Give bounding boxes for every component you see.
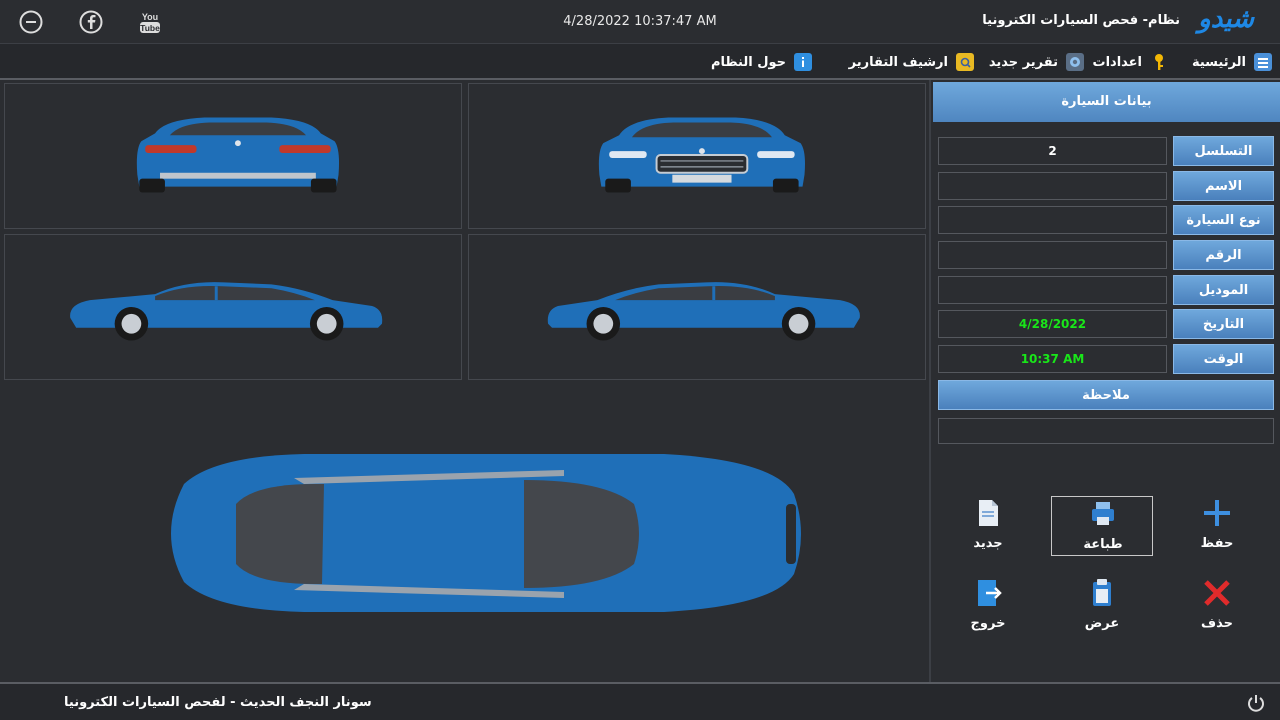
- menu-label-about: حول النظام: [710, 54, 786, 70]
- menu-item-settings[interactable]: اعدادات: [1093, 52, 1169, 72]
- new-button[interactable]: جديد: [937, 496, 1039, 556]
- car-data-panel: بيانات السيارة التسلسل 2 الاسم نوع السيا…: [929, 80, 1280, 682]
- menu-label-new-report: تقرير جديد: [988, 54, 1058, 70]
- menu-item-home[interactable]: الرئيسية: [1192, 52, 1272, 72]
- car-right-side-panel[interactable]: [468, 234, 926, 380]
- print-label: طباعة: [1083, 537, 1123, 552]
- number-label: الرقم: [1173, 240, 1274, 270]
- name-label: الاسم: [1173, 171, 1274, 201]
- car-rear-image: [136, 117, 340, 193]
- plus-icon: [1204, 500, 1230, 526]
- serial-label: التسلسل: [1173, 136, 1274, 166]
- date-label: التاريخ: [1173, 309, 1274, 339]
- status-text: سونار النجف الحديث - لفحص السيارات الكتر…: [64, 695, 372, 710]
- save-label: حفظ: [1200, 536, 1234, 551]
- delete-label: حذف: [1201, 616, 1233, 631]
- car-right-side-image: [547, 282, 860, 341]
- gear-icon: [1066, 53, 1084, 71]
- menu-label-reports-archive: ارشيف التقارير: [848, 54, 948, 70]
- car-left-side-image: [70, 282, 383, 341]
- new-document-icon: [979, 500, 998, 526]
- date-field[interactable]: 4/28/2022: [938, 310, 1167, 338]
- brand-logo: شيدو: [1198, 4, 1254, 34]
- menu-bar: الرئيسية اعدادات تقرير جديد ارشيف التقار…: [0, 44, 1280, 80]
- power-icon[interactable]: [1246, 693, 1266, 713]
- home-icon: [1254, 53, 1272, 71]
- time-label: الوقت: [1173, 344, 1274, 374]
- view-label: عرض: [1084, 616, 1120, 631]
- menu-item-reports-archive[interactable]: ارشيف التقارير: [849, 52, 974, 72]
- exit-door-icon: [978, 580, 1002, 606]
- menu-label-home: الرئيسية: [1191, 54, 1246, 70]
- car-data-header: بيانات السيارة: [933, 82, 1280, 122]
- view-button[interactable]: عرض: [1051, 576, 1153, 636]
- delete-button[interactable]: حذف: [1166, 576, 1268, 636]
- exit-label: خروج: [970, 616, 1006, 631]
- clipboard-icon: [1093, 579, 1111, 606]
- car-top-view-panel[interactable]: [4, 384, 926, 680]
- menu-item-about[interactable]: حول النظام: [711, 52, 812, 72]
- app-title: نظام- فحص السيارات الكترونيا: [982, 13, 1180, 28]
- key-icon: [1150, 53, 1168, 71]
- model-field[interactable]: [938, 276, 1167, 304]
- note-label: ملاحظة: [938, 380, 1274, 410]
- info-icon: [794, 53, 812, 71]
- status-bar: سونار النجف الحديث - لفحص السيارات الكتر…: [0, 682, 1280, 720]
- number-field[interactable]: [938, 241, 1167, 269]
- new-label: جديد: [973, 536, 1003, 551]
- car-front-view-panel[interactable]: [468, 83, 926, 229]
- printer-icon: [1092, 502, 1114, 525]
- model-label: الموديل: [1173, 275, 1274, 305]
- serial-field[interactable]: 2: [938, 137, 1167, 165]
- car-type-field[interactable]: [938, 206, 1167, 234]
- folder-search-icon: [956, 53, 974, 71]
- menu-label-settings: اعدادات: [1092, 54, 1143, 70]
- car-type-label: نوع السيارة: [1173, 205, 1274, 235]
- car-left-side-panel[interactable]: [4, 234, 462, 380]
- print-button[interactable]: طباعة: [1051, 496, 1153, 556]
- save-button[interactable]: حفظ: [1166, 496, 1268, 556]
- time-field[interactable]: 10:37 AM: [938, 345, 1167, 373]
- car-rear-view-panel[interactable]: [4, 83, 462, 229]
- title-bar: You Tube 4/28/2022 10:37:47 AM نظام- فحص…: [0, 0, 1280, 44]
- car-top-image: [171, 454, 801, 612]
- car-front-image: [598, 117, 805, 193]
- delete-x-icon: [1204, 580, 1230, 606]
- exit-button[interactable]: خروج: [937, 576, 1039, 636]
- note-field[interactable]: [938, 418, 1274, 444]
- app-window: You Tube 4/28/2022 10:37:47 AM نظام- فحص…: [0, 0, 1280, 720]
- menu-item-new-report[interactable]: تقرير جديد: [989, 52, 1084, 72]
- name-field[interactable]: [938, 172, 1167, 200]
